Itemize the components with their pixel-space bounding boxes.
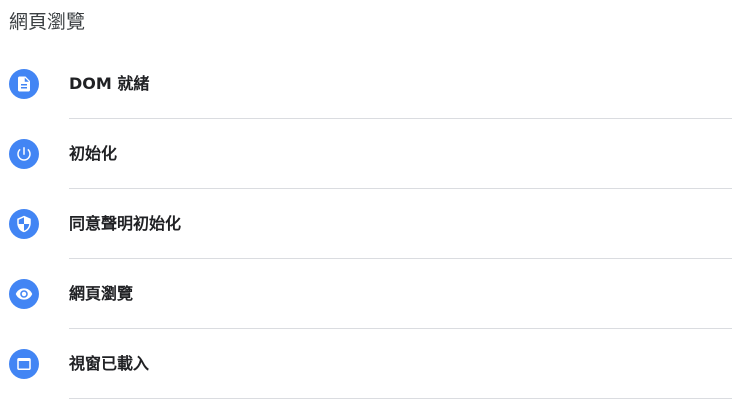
eye-icon bbox=[9, 279, 39, 309]
list-item-label: 初始化 bbox=[69, 144, 118, 163]
event-list: DOM 就緒 初始化 同意聲明初始化 網頁瀏覽 視窗已載入 bbox=[0, 49, 732, 399]
list-item-label: 同意聲明初始化 bbox=[69, 214, 182, 233]
divider bbox=[69, 398, 732, 399]
shield-icon bbox=[9, 209, 39, 239]
list-item-initialization[interactable]: 初始化 bbox=[0, 119, 732, 189]
list-item-label: 網頁瀏覽 bbox=[69, 284, 134, 303]
document-icon bbox=[9, 69, 39, 99]
list-item-dom-ready[interactable]: DOM 就緒 bbox=[0, 49, 732, 119]
tag-trigger-panel: 網頁瀏覽 DOM 就緒 初始化 同意聲明初始化 網頁瀏覽 視窗已載入 bbox=[0, 0, 732, 411]
list-item-consent-initialization[interactable]: 同意聲明初始化 bbox=[0, 189, 732, 259]
list-item-window-loaded[interactable]: 視窗已載入 bbox=[0, 329, 732, 399]
power-icon bbox=[9, 139, 39, 169]
list-item-page-view[interactable]: 網頁瀏覽 bbox=[0, 259, 732, 329]
panel-title: 網頁瀏覽 bbox=[9, 11, 86, 33]
window-icon bbox=[9, 349, 39, 379]
list-item-label: 視窗已載入 bbox=[69, 354, 150, 373]
list-item-label: DOM 就緒 bbox=[69, 74, 150, 93]
